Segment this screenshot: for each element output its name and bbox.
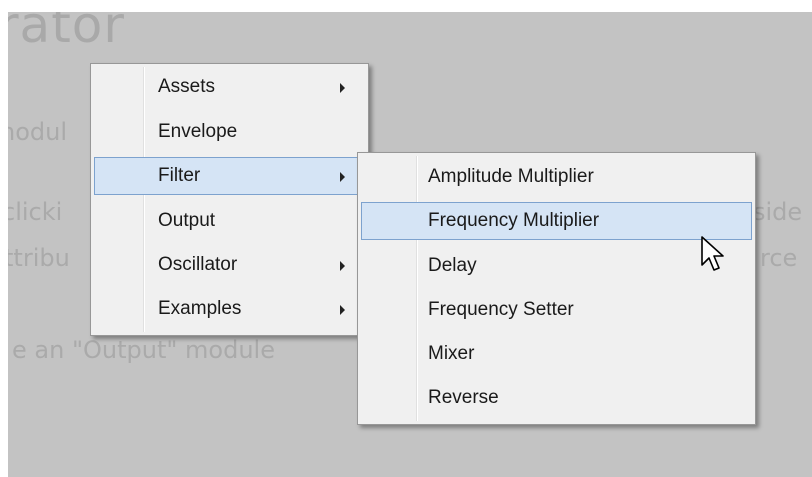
background-title: rator — [8, 12, 125, 54]
menu-item-label: Delay — [428, 255, 477, 276]
menu-item-label: Mixer — [428, 343, 475, 364]
background-text-line: side — [753, 198, 803, 226]
menu-item-label: Reverse — [428, 387, 499, 408]
menu-item-mixer[interactable]: Mixer — [361, 335, 752, 373]
background-text-line: ttribu — [8, 244, 70, 272]
menu-item-label: Oscillator — [158, 254, 238, 275]
menu-item-frequency-multiplier[interactable]: Frequency Multiplier — [361, 202, 752, 240]
menu-item-label: Frequency Setter — [428, 299, 574, 320]
filter-submenu: Amplitude Multiplier Frequency Multiplie… — [357, 152, 756, 425]
menu-item-filter[interactable]: Filter — [94, 157, 365, 195]
submenu-arrow-icon — [340, 261, 345, 271]
background-text-line: rce — [760, 244, 798, 272]
menu-item-label: Frequency Multiplier — [428, 210, 600, 231]
context-menu: Assets Envelope Filter Output Oscillator… — [90, 63, 369, 336]
menu-item-label: Examples — [158, 298, 242, 319]
background-text-line: e an "Output" module — [12, 336, 275, 364]
menu-item-label: Output — [158, 210, 216, 231]
menu-item-label: Amplitude Multiplier — [428, 166, 594, 187]
menu-item-envelope[interactable]: Envelope — [94, 113, 365, 151]
screen: rator nodul clicki ttribu e an "Output" … — [0, 0, 812, 477]
submenu-arrow-icon — [340, 83, 345, 93]
mouse-pointer-icon — [701, 236, 724, 271]
menu-item-reverse[interactable]: Reverse — [361, 379, 752, 417]
menu-item-oscillator[interactable]: Oscillator — [94, 246, 365, 284]
menu-item-label: Filter — [158, 165, 201, 186]
menu-item-assets[interactable]: Assets — [94, 68, 365, 106]
menu-item-examples[interactable]: Examples — [94, 290, 365, 328]
menu-item-amplitude-multiplier[interactable]: Amplitude Multiplier — [361, 158, 752, 196]
menu-item-delay[interactable]: Delay — [361, 247, 752, 285]
submenu-arrow-icon — [340, 172, 345, 182]
menu-item-label: Assets — [158, 76, 216, 97]
background-text-line: nodul — [8, 118, 68, 146]
menu-item-frequency-setter[interactable]: Frequency Setter — [361, 291, 752, 329]
submenu-arrow-icon — [340, 305, 345, 315]
menu-item-output[interactable]: Output — [94, 202, 365, 240]
background-text-line: clicki — [8, 198, 63, 226]
menu-item-label: Envelope — [158, 121, 238, 142]
